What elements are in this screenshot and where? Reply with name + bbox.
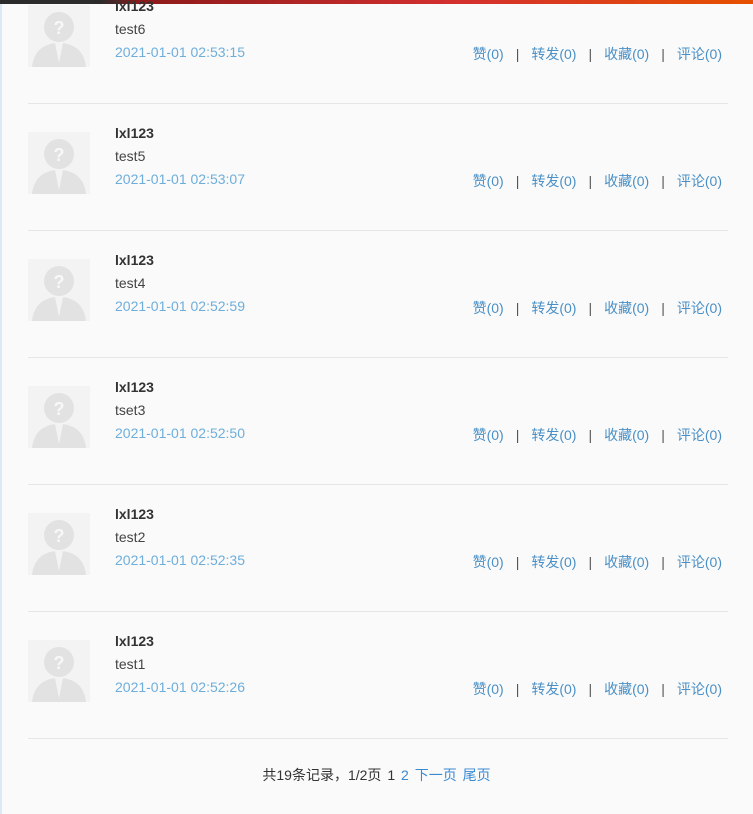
- left-border: [0, 4, 2, 814]
- action-separator: |: [588, 554, 593, 570]
- svg-text:?: ?: [54, 399, 65, 419]
- post-timestamp: 2021-01-01 02:52:50: [115, 425, 245, 441]
- post-actions: 赞(0) | 转发(0) | 收藏(0) | 评论(0): [473, 552, 722, 572]
- like-link[interactable]: 赞(0): [473, 298, 504, 318]
- favorite-link[interactable]: 收藏(0): [604, 425, 649, 445]
- favorite-link[interactable]: 收藏(0): [604, 298, 649, 318]
- post-actions: 赞(0) | 转发(0) | 收藏(0) | 评论(0): [473, 171, 722, 191]
- post-actions: 赞(0) | 转发(0) | 收藏(0) | 评论(0): [473, 425, 722, 445]
- comment-link[interactable]: 评论(0): [677, 298, 722, 318]
- post-item: ? lxl123 test6 2021-01-01 02:53:15 赞(0) | 转发(0…: [28, 0, 728, 104]
- pagination: 共19条记录，1/2页 1 2 下一页 尾页: [0, 765, 753, 785]
- post-username[interactable]: lxl123: [115, 633, 154, 649]
- action-separator: |: [661, 46, 665, 62]
- favorite-link[interactable]: 收藏(0): [604, 679, 649, 699]
- action-separator: |: [515, 300, 520, 316]
- pagination-page-2-link[interactable]: 2: [401, 767, 409, 783]
- svg-text:?: ?: [54, 526, 65, 546]
- svg-text:?: ?: [54, 653, 65, 673]
- forward-link[interactable]: 转发(0): [531, 552, 576, 572]
- favorite-link[interactable]: 收藏(0): [604, 44, 649, 64]
- action-separator: |: [588, 173, 593, 189]
- post-content: test6: [115, 21, 146, 37]
- svg-text:?: ?: [54, 145, 65, 165]
- forward-link[interactable]: 转发(0): [531, 44, 576, 64]
- action-separator: |: [515, 173, 520, 189]
- like-link[interactable]: 赞(0): [473, 552, 504, 572]
- pagination-next-link[interactable]: 下一页: [415, 767, 457, 783]
- default-avatar-icon[interactable]: ?: [28, 259, 90, 321]
- post-timestamp: 2021-01-01 02:52:59: [115, 298, 245, 314]
- like-link[interactable]: 赞(0): [473, 171, 504, 191]
- default-avatar-icon[interactable]: ?: [28, 132, 90, 194]
- post-username[interactable]: lxl123: [115, 0, 154, 14]
- comment-link[interactable]: 评论(0): [677, 679, 722, 699]
- post-actions: 赞(0) | 转发(0) | 收藏(0) | 评论(0): [473, 298, 722, 318]
- comment-link[interactable]: 评论(0): [677, 425, 722, 445]
- pagination-last-link[interactable]: 尾页: [463, 767, 491, 783]
- favorite-link[interactable]: 收藏(0): [604, 171, 649, 191]
- action-separator: |: [661, 173, 665, 189]
- action-separator: |: [661, 300, 665, 316]
- action-separator: |: [515, 46, 520, 62]
- post-timestamp: 2021-01-01 02:52:26: [115, 679, 245, 695]
- post-feed: ? lxl123 test6 2021-01-01 02:53:15 赞(0) | 转发(0…: [28, 0, 728, 739]
- post-item: ? lxl123 test5 2021-01-01 02:53:07 赞(0) | 转发(0…: [28, 104, 728, 231]
- default-avatar-icon[interactable]: ?: [28, 640, 90, 702]
- post-timestamp: 2021-01-01 02:52:35: [115, 552, 245, 568]
- comment-link[interactable]: 评论(0): [677, 44, 722, 64]
- post-actions: 赞(0) | 转发(0) | 收藏(0) | 评论(0): [473, 679, 722, 699]
- action-separator: |: [515, 427, 520, 443]
- action-separator: |: [661, 427, 665, 443]
- post-actions: 赞(0) | 转发(0) | 收藏(0) | 评论(0): [473, 44, 722, 64]
- comment-link[interactable]: 评论(0): [677, 552, 722, 572]
- post-username[interactable]: lxl123: [115, 252, 154, 268]
- post-username[interactable]: lxl123: [115, 125, 154, 141]
- action-separator: |: [588, 46, 593, 62]
- post-content: test4: [115, 275, 146, 291]
- pagination-summary: 共19条记录，1/2页: [262, 767, 382, 783]
- action-separator: |: [588, 681, 593, 697]
- default-avatar-icon[interactable]: ?: [28, 513, 90, 575]
- default-avatar-icon[interactable]: ?: [28, 386, 90, 448]
- post-username[interactable]: lxl123: [115, 506, 154, 522]
- action-separator: |: [661, 681, 665, 697]
- post-timestamp: 2021-01-01 02:53:07: [115, 171, 245, 187]
- svg-text:?: ?: [54, 272, 65, 292]
- comment-link[interactable]: 评论(0): [677, 171, 722, 191]
- post-timestamp: 2021-01-01 02:53:15: [115, 44, 245, 60]
- forward-link[interactable]: 转发(0): [531, 171, 576, 191]
- post-content: test1: [115, 656, 146, 672]
- like-link[interactable]: 赞(0): [473, 425, 504, 445]
- forward-link[interactable]: 转发(0): [531, 425, 576, 445]
- post-item: ? lxl123 test1 2021-01-01 02:52:26 赞(0) | 转发(0…: [28, 612, 728, 739]
- like-link[interactable]: 赞(0): [473, 44, 504, 64]
- action-separator: |: [661, 554, 665, 570]
- forward-link[interactable]: 转发(0): [531, 298, 576, 318]
- action-separator: |: [515, 681, 520, 697]
- post-item: ? lxl123 test4 2021-01-01 02:52:59 赞(0) | 转发(0…: [28, 231, 728, 358]
- post-item: ? lxl123 test2 2021-01-01 02:52:35 赞(0) | 转发(0…: [28, 485, 728, 612]
- post-content: test5: [115, 148, 146, 164]
- favorite-link[interactable]: 收藏(0): [604, 552, 649, 572]
- svg-text:?: ?: [54, 18, 65, 38]
- post-item: ? lxl123 tset3 2021-01-01 02:52:50 赞(0) | 转发(0…: [28, 358, 728, 485]
- action-separator: |: [515, 554, 520, 570]
- default-avatar-icon[interactable]: ?: [28, 5, 90, 67]
- post-content: tset3: [115, 402, 146, 418]
- post-content: test2: [115, 529, 146, 545]
- like-link[interactable]: 赞(0): [473, 679, 504, 699]
- forward-link[interactable]: 转发(0): [531, 679, 576, 699]
- post-username[interactable]: lxl123: [115, 379, 154, 395]
- action-separator: |: [588, 300, 593, 316]
- action-separator: |: [588, 427, 593, 443]
- pagination-current-page: 1: [387, 767, 396, 783]
